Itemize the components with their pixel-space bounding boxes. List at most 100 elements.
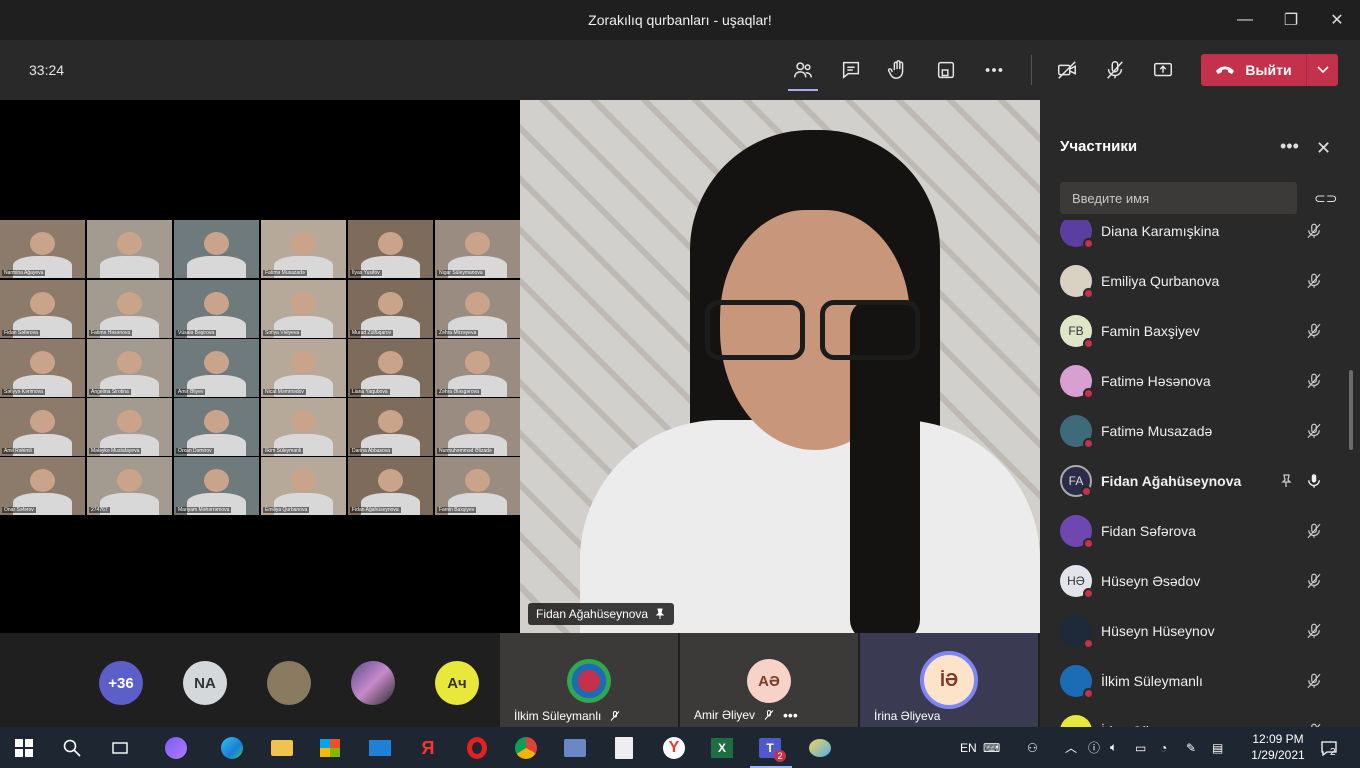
- mic-off-icon[interactable]: [1305, 622, 1323, 640]
- strip-video-tile[interactable]: İlkim Süleymanlı: [500, 633, 678, 727]
- participant-name: Emiliya Qurbanova: [1101, 273, 1220, 289]
- participant-row[interactable]: İrina Əliyeva: [1040, 706, 1350, 727]
- participant-row[interactable]: Fatimə Həsənova: [1040, 356, 1350, 406]
- mic-on-icon[interactable]: [1305, 472, 1323, 490]
- share-tray-button[interactable]: [928, 52, 964, 88]
- pen-icon[interactable]: ✎: [1186, 727, 1196, 768]
- participant-row[interactable]: FA Fidan Ağahüseynova: [1040, 456, 1350, 506]
- mic-off-icon[interactable]: [1305, 572, 1323, 590]
- strip-video-tile-speaking[interactable]: İƏ İrina Əliyeva: [860, 633, 1038, 727]
- edge-icon[interactable]: [220, 736, 244, 760]
- yandex-browser-icon[interactable]: Я: [416, 736, 440, 760]
- info-icon[interactable]: ⓘ: [1088, 727, 1100, 768]
- participant-row[interactable]: HƏ Hüseyn Əsədov: [1040, 556, 1350, 606]
- participant-row[interactable]: Fatimə Musazadə: [1040, 406, 1350, 456]
- participant-avatar: FB: [1060, 315, 1094, 349]
- mic-off-icon[interactable]: [1305, 222, 1323, 240]
- excel-icon[interactable]: X: [710, 736, 734, 760]
- panel-more-button[interactable]: •••: [1280, 136, 1299, 157]
- gallery-tile: Amil Rəhimli: [0, 398, 85, 456]
- participant-row[interactable]: İlkim Süleymanlı: [1040, 656, 1350, 706]
- store-icon[interactable]: [318, 736, 342, 760]
- mic-off-icon[interactable]: [1305, 522, 1323, 540]
- pinned-video[interactable]: Fidan Ağahüseynova: [520, 100, 1040, 633]
- language-indicator[interactable]: EN: [960, 727, 977, 768]
- strip-avatar[interactable]: [267, 661, 311, 705]
- notifications-icon[interactable]: 2: [1320, 727, 1338, 768]
- volume-icon[interactable]: 🔈︎: [1110, 727, 1117, 768]
- people-icon[interactable]: ⚇: [1027, 727, 1038, 768]
- strip-video-tile[interactable]: AƏ Amir Əliyev •••: [680, 633, 858, 727]
- teams-icon[interactable]: T 2: [758, 736, 786, 762]
- system-clock[interactable]: 12:09 PM 1/29/2021: [1243, 731, 1313, 763]
- close-window-button[interactable]: ✕: [1314, 0, 1360, 40]
- copy-link-icon[interactable]: ⊂⊃: [1314, 190, 1337, 207]
- gallery-tile: İlkim Süleymanlı: [261, 398, 346, 456]
- panel-close-button[interactable]: ✕: [1316, 138, 1331, 159]
- opera-icon[interactable]: [465, 736, 489, 760]
- search-icon[interactable]: [60, 736, 84, 760]
- gallery-tile-name: 274767: [89, 507, 110, 513]
- more-icon[interactable]: •••: [783, 707, 798, 723]
- mic-off-icon[interactable]: [1305, 372, 1323, 390]
- file-explorer-icon[interactable]: [270, 736, 294, 760]
- busy-status-dot: [1083, 438, 1094, 449]
- task-view-icon[interactable]: [108, 736, 132, 760]
- raise-hand-button[interactable]: [880, 52, 916, 88]
- touch-keyboard-icon[interactable]: ▤: [1212, 727, 1223, 768]
- mic-off-icon[interactable]: [1305, 272, 1323, 290]
- leave-button[interactable]: Выйти: [1201, 54, 1306, 86]
- chevron-up-icon[interactable]: ︿: [1065, 727, 1077, 768]
- avatar-initials: FA: [1068, 474, 1084, 488]
- more-actions-button[interactable]: [976, 52, 1012, 88]
- power-icon[interactable]: ▭: [1135, 727, 1146, 768]
- participant-row[interactable]: Hüseyn Hüseynov: [1040, 606, 1350, 656]
- wifi-icon[interactable]: ◔: [1160, 727, 1167, 768]
- participant-row[interactable]: FB Famin Baxşiyev: [1040, 306, 1350, 356]
- mic-toggle-button[interactable]: [1097, 52, 1133, 88]
- pin-icon[interactable]: [1278, 473, 1294, 489]
- chrome-icon[interactable]: [514, 736, 538, 760]
- minimize-button[interactable]: —: [1222, 0, 1268, 40]
- share-screen-button[interactable]: [1145, 52, 1181, 88]
- strip-avatar[interactable]: NA: [183, 661, 227, 705]
- camera-toggle-button[interactable]: [1049, 52, 1085, 88]
- documents-icon[interactable]: [612, 736, 636, 760]
- gallery-tile: Narmina Ağayeva: [0, 220, 85, 278]
- mic-off-icon[interactable]: [1305, 322, 1323, 340]
- participant-name: Hüseyn Hüseynov: [1101, 623, 1215, 639]
- participant-row[interactable]: Emiliya Qurbanova: [1040, 256, 1350, 306]
- gallery-tile: 274767: [87, 457, 172, 515]
- pinned-name-tag: Fidan Ağahüseynova: [528, 603, 675, 625]
- yandex-icon[interactable]: Y: [662, 736, 686, 760]
- participant-row[interactable]: Diana Karamışkina: [1040, 220, 1350, 256]
- strip-avatar[interactable]: Ач: [435, 661, 479, 705]
- gallery-tile-name: Amir Əliyev: [176, 389, 206, 395]
- network-app-icon[interactable]: [563, 736, 587, 760]
- overflow-participants-avatar[interactable]: +36: [99, 661, 143, 705]
- participant-row[interactable]: Fidan Səfərova: [1040, 506, 1350, 556]
- participants-button[interactable]: [785, 52, 821, 91]
- paint-icon[interactable]: [808, 736, 832, 760]
- windows-start-icon[interactable]: [12, 736, 36, 760]
- maximize-button[interactable]: ❐: [1268, 0, 1314, 40]
- mail-icon[interactable]: [368, 736, 392, 760]
- chat-button[interactable]: [833, 52, 869, 88]
- strip-avatar[interactable]: [351, 661, 395, 705]
- participant-search-input[interactable]: [1060, 182, 1297, 214]
- shared-screen-gallery: Narmina Ağayeva Fatimə Musazadə İlyas Yusi…: [0, 220, 520, 515]
- participant-avatar: [1060, 265, 1094, 299]
- gallery-tile-name: Murad Zülfüqarov: [350, 330, 394, 336]
- panel-scrollbar[interactable]: [1349, 370, 1353, 450]
- clock-time: 12:09 PM: [1252, 732, 1304, 746]
- leave-options-button[interactable]: [1306, 54, 1338, 86]
- mic-off-icon[interactable]: [1305, 672, 1323, 690]
- gallery-tile: Mariyam Məhərrəmova: [174, 457, 259, 515]
- mic-off-icon[interactable]: [1305, 422, 1323, 440]
- busy-status-dot: [1083, 638, 1094, 649]
- alice-assistant-icon[interactable]: [164, 736, 188, 760]
- keyboard-icon[interactable]: ⌨: [983, 727, 1000, 768]
- teams-badge: 2: [774, 750, 786, 762]
- chat-icon: [842, 61, 860, 79]
- leave-button-group: Выйти: [1201, 54, 1338, 86]
